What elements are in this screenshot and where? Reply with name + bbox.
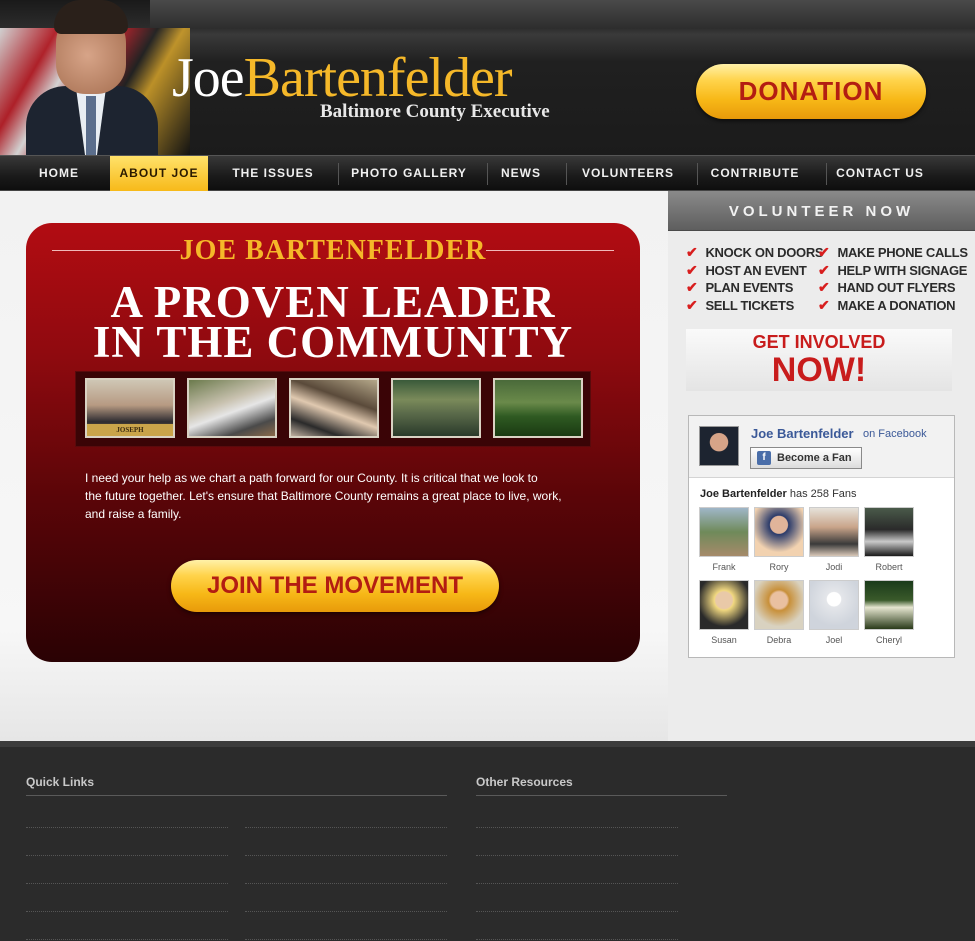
hero-headline-line2: IN THE COMMUNITY <box>92 317 574 367</box>
footer-link-placeholder[interactable] <box>476 883 678 884</box>
nav-item-photo-gallery[interactable]: PHOTO GALLERY <box>345 156 473 192</box>
facebook-fan-box: Joe Bartenfelder on Facebook f Become a F… <box>688 415 955 658</box>
fan-avatar[interactable]: Susan <box>699 580 749 646</box>
facebook-page-avatar[interactable] <box>699 426 739 466</box>
nav-separator <box>338 163 339 185</box>
photo-nameplate: JOSEPH BARTENFELDER <box>87 424 173 436</box>
nav-separator <box>487 163 488 185</box>
nav-item-home[interactable]: HOME <box>26 156 92 192</box>
hero-body-text: I need your help as we chart a path forw… <box>85 471 562 521</box>
other-resources-divider <box>476 795 727 796</box>
check-icon: ✔ <box>686 244 698 260</box>
get-involved-text: GET INVOLVED <box>752 332 886 352</box>
check-icon: ✔ <box>686 262 698 278</box>
site-subtitle: Baltimore County Executive <box>320 101 550 122</box>
main-navigation: HOME ABOUT JOE THE ISSUES PHOTO GALLERY … <box>0 155 975 192</box>
logo-last-name: Bartenfelder <box>243 47 513 109</box>
nav-item-volunteers[interactable]: VOLUNTEERS <box>574 156 682 192</box>
site-header: JoeBartenfelder Baltimore County Executi… <box>0 0 975 155</box>
volunteer-now-heading: VOLUNTEER NOW <box>668 191 975 231</box>
quick-links-divider <box>26 795 447 796</box>
footer-link-placeholder[interactable] <box>26 939 228 940</box>
volunteer-task[interactable]: ✔ HOST AN EVENT <box>686 261 807 279</box>
nav-item-about-joe[interactable]: ABOUT JOE <box>110 156 208 192</box>
candidate-photo <box>18 0 158 155</box>
check-icon: ✔ <box>818 244 830 260</box>
now-text: NOW! <box>771 351 867 389</box>
volunteer-task[interactable]: ✔ PLAN EVENTS <box>686 278 793 296</box>
check-icon: ✔ <box>818 297 830 313</box>
footer-link-placeholder[interactable] <box>26 911 228 912</box>
other-resources-heading: Other Resources <box>476 775 573 789</box>
check-icon: ✔ <box>686 297 698 313</box>
nav-item-contact-us[interactable]: CONTACT US <box>832 156 928 192</box>
fan-count-line: Joe Bartenfelder has 258 Fans <box>700 488 857 500</box>
footer-link-placeholder[interactable] <box>476 911 678 912</box>
footer-link-placeholder[interactable] <box>476 827 678 828</box>
photo-thumb-3[interactable] <box>289 378 379 438</box>
nav-separator <box>566 163 567 185</box>
volunteer-task[interactable]: ✔ HELP WITH SIGNAGE <box>818 261 967 279</box>
footer-link-placeholder[interactable] <box>476 855 678 856</box>
footer-link-placeholder[interactable] <box>245 855 447 856</box>
on-facebook-label[interactable]: on Facebook <box>863 428 927 440</box>
fan-avatar[interactable]: Joel <box>809 580 859 646</box>
fan-avatar[interactable]: Cheryl <box>864 580 914 646</box>
get-involved-now-link[interactable]: GET INVOLVED NOW! <box>686 329 952 391</box>
volunteer-task[interactable]: ✔ MAKE PHONE CALLS <box>818 243 968 261</box>
fan-avatar[interactable]: Robert <box>864 507 914 573</box>
volunteer-task[interactable]: ✔ KNOCK ON DOORS <box>686 243 824 261</box>
footer-link-placeholder[interactable] <box>476 939 678 940</box>
footer-link-placeholder[interactable] <box>245 911 447 912</box>
footer-link-placeholder[interactable] <box>245 883 447 884</box>
footer-link-placeholder[interactable] <box>245 939 447 940</box>
photo-thumb-5[interactable] <box>493 378 583 438</box>
photo-thumb-2[interactable] <box>187 378 277 438</box>
check-icon: ✔ <box>818 262 830 278</box>
hero-panel: JOE BARTENFELDER A PROVEN LEADER IN THE … <box>26 223 640 662</box>
check-icon: ✔ <box>686 279 698 295</box>
site-footer: Quick Links Other Resources <box>0 741 975 941</box>
fan-avatar[interactable]: Jodi <box>809 507 859 573</box>
volunteer-task[interactable]: ✔ HAND OUT FLYERS <box>818 278 956 296</box>
footer-link-placeholder[interactable] <box>245 827 447 828</box>
footer-link-placeholder[interactable] <box>26 827 228 828</box>
nav-separator <box>826 163 827 185</box>
photo-thumb-4[interactable] <box>391 378 481 438</box>
volunteer-task-list: ✔ KNOCK ON DOORS ✔ MAKE PHONE CALLS ✔ HOST … <box>686 243 971 323</box>
become-a-fan-button[interactable]: f Become a Fan <box>750 447 862 469</box>
footer-link-placeholder[interactable] <box>26 883 228 884</box>
site-logo-name[interactable]: JoeBartenfelder <box>172 48 512 108</box>
fan-avatar[interactable]: Frank <box>699 507 749 573</box>
quick-links-heading: Quick Links <box>26 775 95 789</box>
fan-avatar[interactable]: Rory <box>754 507 804 573</box>
donation-button[interactable]: DONATION <box>696 64 926 119</box>
fan-avatar[interactable]: Debra <box>754 580 804 646</box>
check-icon: ✔ <box>818 279 830 295</box>
facebook-fan-box-header: Joe Bartenfelder on Facebook f Become a F… <box>689 416 954 478</box>
footer-link-placeholder[interactable] <box>26 855 228 856</box>
nav-separator <box>697 163 698 185</box>
facebook-icon: f <box>757 451 771 465</box>
sidebar: VOLUNTEER NOW ✔ KNOCK ON DOORS ✔ MAKE PHON… <box>668 191 975 741</box>
join-the-movement-button[interactable]: JOIN THE MOVEMENT <box>171 560 499 612</box>
nav-item-contribute[interactable]: CONTRIBUTE <box>704 156 806 192</box>
photo-strip: JOSEPH BARTENFELDER <box>75 371 591 447</box>
photo-thumb-1[interactable]: JOSEPH BARTENFELDER <box>85 378 175 438</box>
nav-item-the-issues[interactable]: THE ISSUES <box>222 156 324 192</box>
logo-first-name: Joe <box>172 47 245 109</box>
main-content: JOE BARTENFELDER A PROVEN LEADER IN THE … <box>0 191 668 741</box>
nav-item-news[interactable]: NEWS <box>494 156 548 192</box>
hero-name: JOE BARTENFELDER <box>179 235 487 266</box>
header-top-band <box>150 0 975 28</box>
volunteer-task[interactable]: ✔ MAKE A DONATION <box>818 296 956 314</box>
volunteer-task[interactable]: ✔ SELL TICKETS <box>686 296 794 314</box>
facebook-page-name[interactable]: Joe Bartenfelder <box>751 426 854 441</box>
